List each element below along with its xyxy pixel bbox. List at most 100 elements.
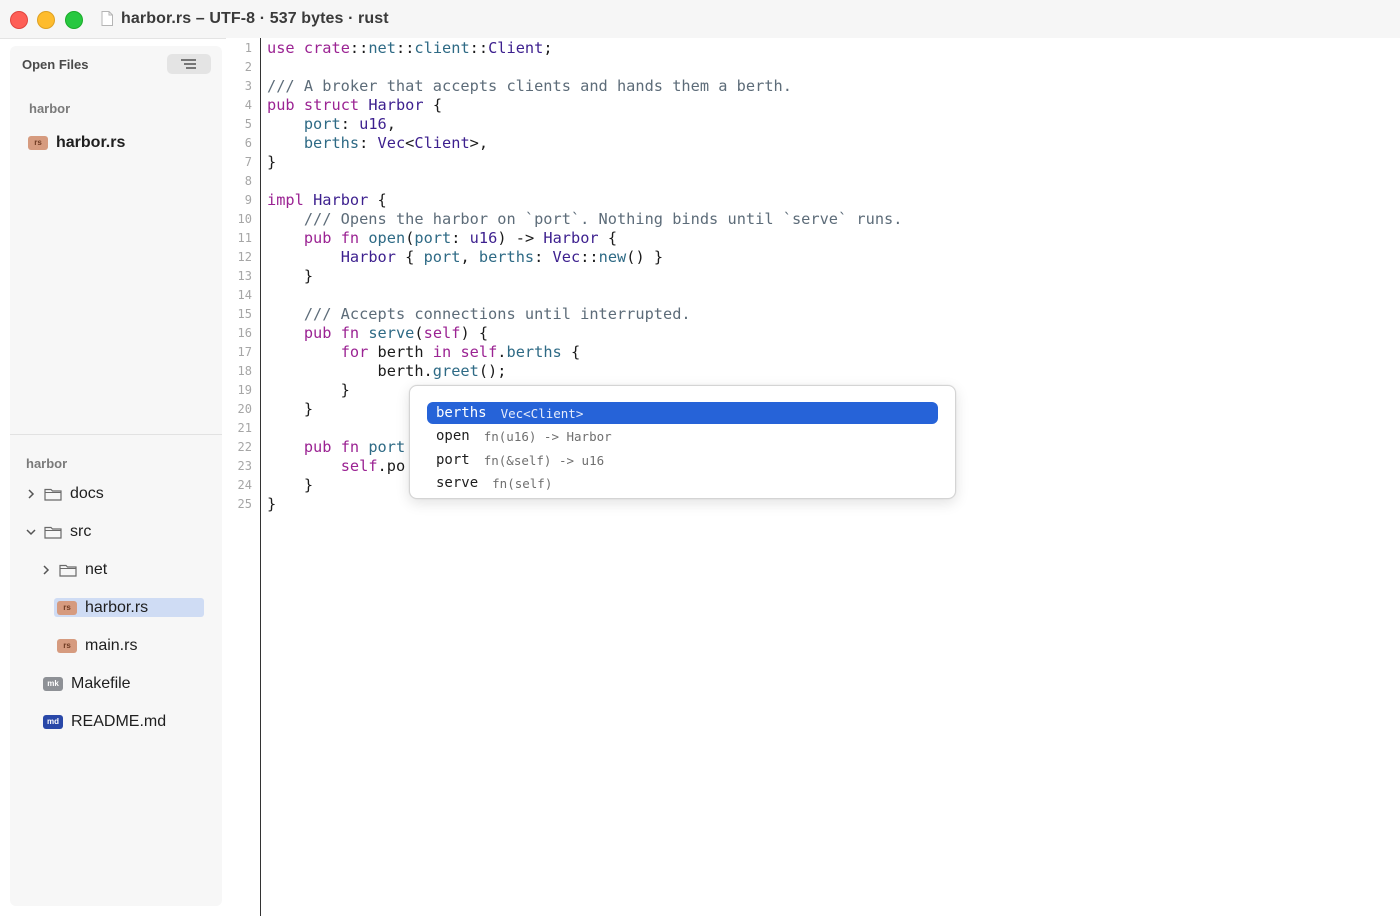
line-number: 1 bbox=[244, 41, 252, 55]
line-number: 2 bbox=[244, 60, 252, 74]
code-line[interactable]: /// Opens the harbor on `port`. Nothing … bbox=[267, 210, 903, 229]
tree-file-name: harbor.rs bbox=[85, 599, 149, 616]
line-number: 14 bbox=[237, 288, 252, 302]
suggestion-name: open bbox=[436, 428, 470, 444]
line-number: 4 bbox=[244, 98, 252, 112]
line-number: 13 bbox=[237, 269, 252, 283]
markdown-file-icon: md bbox=[43, 715, 63, 729]
line-number: 3 bbox=[244, 79, 252, 93]
code-line[interactable]: berth.greet(); bbox=[267, 362, 507, 381]
tree-file-name: Makefile bbox=[71, 675, 131, 692]
close-window-button[interactable] bbox=[10, 11, 28, 29]
line-number: 12 bbox=[237, 250, 252, 264]
line-number: 7 bbox=[244, 155, 252, 169]
code-line[interactable]: } bbox=[267, 153, 276, 172]
list-toggle-button[interactable] bbox=[167, 54, 211, 74]
code-line[interactable]: } bbox=[267, 495, 276, 514]
gutter-divider bbox=[260, 38, 261, 916]
line-number: 5 bbox=[244, 117, 252, 131]
tree-file-makefile[interactable]: mk Makefile bbox=[43, 674, 131, 694]
sidebar: Open Files harbor rs harbor.rs harbor do… bbox=[10, 46, 222, 906]
suggestion-name: serve bbox=[436, 475, 479, 491]
suggestion-item[interactable]: serve fn(self) bbox=[427, 472, 938, 494]
rust-file-icon: rs bbox=[57, 601, 77, 615]
code-line[interactable]: use crate::net::client::Client; bbox=[267, 39, 553, 58]
code-line[interactable]: port: u16, bbox=[267, 115, 396, 134]
project-label: harbor bbox=[26, 456, 68, 471]
line-number: 11 bbox=[237, 231, 252, 245]
open-files-group-label: harbor bbox=[29, 101, 71, 116]
suggestion-item[interactable]: port fn(&self) -> u16 bbox=[427, 449, 938, 471]
list-toggle-icon bbox=[181, 59, 196, 69]
tree-folder-docs[interactable]: docs bbox=[24, 484, 104, 504]
line-number: 22 bbox=[237, 440, 252, 454]
line-number: 17 bbox=[237, 345, 252, 359]
line-number: 15 bbox=[237, 307, 252, 321]
line-number: 20 bbox=[237, 402, 252, 416]
code-line[interactable]: impl Harbor { bbox=[267, 191, 387, 210]
makefile-icon: mk bbox=[43, 677, 63, 691]
suggestion-name: berths bbox=[436, 405, 487, 421]
tree-file-main-rs[interactable]: rs main.rs bbox=[57, 636, 137, 656]
open-files-label: Open Files bbox=[22, 57, 89, 72]
suggestion-signature: fn(&self) -> u16 bbox=[483, 452, 605, 468]
code-line[interactable]: /// A broker that accepts clients and ha… bbox=[267, 77, 792, 96]
rust-file-icon: rs bbox=[28, 136, 48, 150]
line-number: 21 bbox=[237, 421, 252, 435]
code-line[interactable]: pub fn port bbox=[267, 438, 405, 457]
suggestion-item[interactable]: open fn(u16) -> Harbor bbox=[427, 425, 938, 447]
code-line[interactable]: /// Accepts connections until interrupte… bbox=[267, 305, 691, 324]
tree-folder-name: net bbox=[85, 561, 108, 578]
tree-file-name: README.md bbox=[71, 713, 167, 730]
chevron-down-icon[interactable] bbox=[24, 525, 38, 539]
chevron-right-icon[interactable] bbox=[39, 563, 53, 577]
title-bar: harbor.rs – UTF-8 · 537 bytes · rust bbox=[0, 0, 1400, 39]
line-number: 6 bbox=[244, 136, 252, 150]
line-number: 23 bbox=[237, 459, 252, 473]
open-file-harbor-rs[interactable]: rs harbor.rs bbox=[28, 133, 125, 153]
code-line[interactable]: self.po bbox=[267, 457, 405, 476]
code-line[interactable]: } bbox=[267, 381, 350, 400]
suggestion-signature: fn(self) bbox=[492, 475, 553, 491]
editor-window: harbor.rs – UTF-8 · 537 bytes · rust Ope… bbox=[0, 0, 1400, 916]
chevron-right-icon[interactable] bbox=[24, 487, 38, 501]
code-line[interactable]: } bbox=[267, 267, 313, 286]
tree-file-harbor-rs[interactable]: rs harbor.rs bbox=[57, 598, 148, 618]
window-title: harbor.rs – UTF-8 · 537 bytes · rust bbox=[121, 10, 389, 27]
code-line[interactable]: berths: Vec<Client>, bbox=[267, 134, 488, 153]
suggestion-name: port bbox=[436, 452, 470, 468]
folder-icon bbox=[59, 564, 77, 577]
open-file-name: harbor.rs bbox=[56, 134, 126, 151]
tree-folder-net[interactable]: net bbox=[39, 560, 107, 580]
rust-file-icon: rs bbox=[57, 639, 77, 653]
line-number: 24 bbox=[237, 478, 252, 492]
suggestion-signature: fn(u16) -> Harbor bbox=[483, 428, 612, 444]
code-line[interactable]: } bbox=[267, 400, 313, 419]
line-number: 16 bbox=[237, 326, 252, 340]
code-line[interactable]: Harbor { port, berths: Vec::new() } bbox=[267, 248, 663, 267]
code-line[interactable]: for berth in self.berths { bbox=[267, 343, 581, 362]
suggestion-signature: Vec<Client> bbox=[500, 405, 584, 421]
tree-file-name: main.rs bbox=[85, 637, 138, 654]
line-number: 8 bbox=[244, 174, 252, 188]
folder-icon bbox=[44, 526, 62, 539]
tree-file-readme[interactable]: md README.md bbox=[43, 712, 166, 732]
suggestion-item[interactable]: berths Vec<Client> bbox=[427, 402, 938, 424]
code-line[interactable]: } bbox=[267, 476, 313, 495]
tree-folder-name: src bbox=[70, 523, 92, 540]
code-line[interactable]: pub fn serve(self) { bbox=[267, 324, 488, 343]
tree-folder-src[interactable]: src bbox=[24, 522, 91, 542]
minimize-window-button[interactable] bbox=[37, 11, 55, 29]
line-number: 9 bbox=[244, 193, 252, 207]
line-number: 18 bbox=[237, 364, 252, 378]
line-number: 19 bbox=[237, 383, 252, 397]
tree-folder-name: docs bbox=[70, 485, 104, 502]
line-number: 25 bbox=[237, 497, 252, 511]
code-line[interactable]: pub fn open(port: u16) -> Harbor { bbox=[267, 229, 617, 248]
maximize-window-button[interactable] bbox=[65, 11, 83, 29]
document-icon bbox=[101, 11, 113, 26]
code-line[interactable]: pub struct Harbor { bbox=[267, 96, 442, 115]
folder-icon bbox=[44, 488, 62, 501]
sidebar-divider bbox=[10, 434, 222, 435]
line-number: 10 bbox=[237, 212, 252, 226]
